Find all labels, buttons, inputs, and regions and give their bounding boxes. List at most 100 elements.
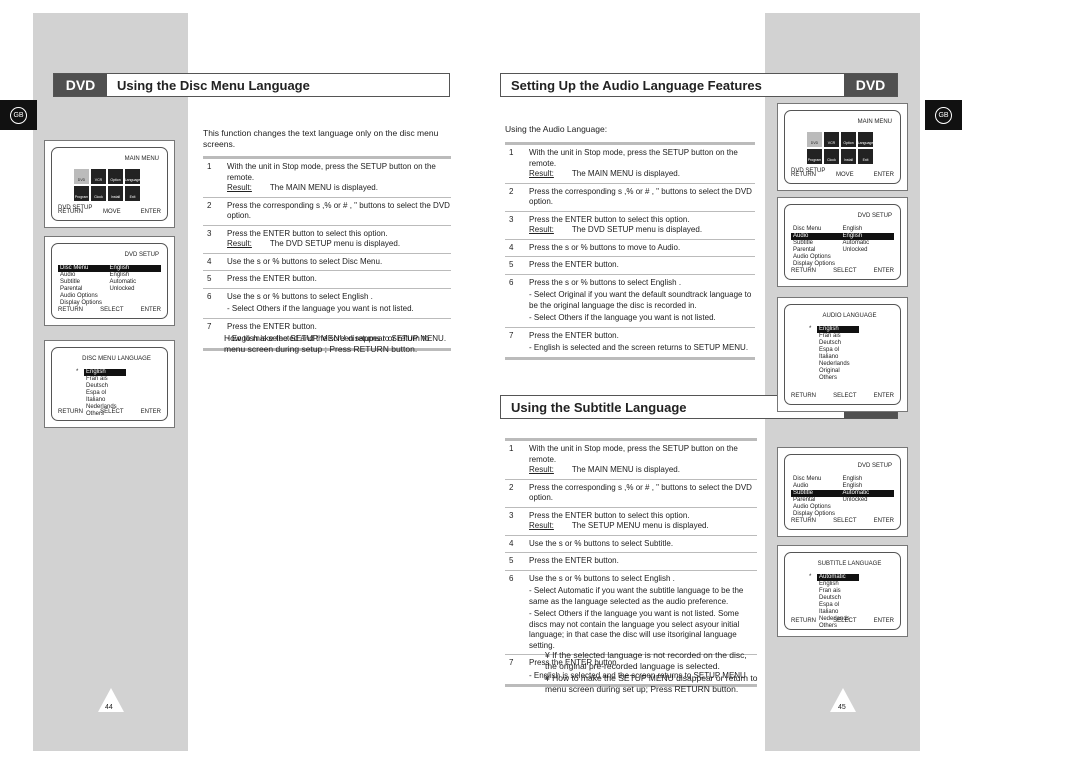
- setup-row: Parental Unlocked: [791, 247, 894, 254]
- language-option[interactable]: Fran ais: [817, 588, 859, 595]
- return-hint: RETURN: [791, 268, 816, 274]
- setup-label: Parental: [793, 497, 816, 503]
- main-menu-screen: MAIN MENU DVD VCR Option Language Program Cloc…: [44, 140, 175, 228]
- step-subnote: - English is selected and the screen ret…: [529, 343, 749, 352]
- return-hint: RETURN: [58, 409, 83, 415]
- setup-row: Disc Menu English: [58, 265, 161, 272]
- language-option[interactable]: Italiano: [817, 609, 859, 616]
- step-number: 6: [509, 277, 514, 287]
- step-text: Press the ENTER button.: [227, 274, 317, 283]
- step-number: 2: [509, 482, 514, 492]
- step-text: With the unit in Stop mode, press the SE…: [529, 444, 738, 464]
- enter-hint: ENTER: [873, 618, 894, 624]
- step-item: 4 Press the s or % buttons to move to Aud…: [505, 240, 755, 257]
- dvd-setup-screen: DVD SETUP Disc Menu English Audio English Sub…: [777, 197, 908, 287]
- setup-label: Audio Options: [60, 293, 98, 299]
- setup-row: Audio Options: [58, 293, 161, 300]
- setup-label: Subtitle: [793, 490, 814, 496]
- language-option[interactable]: Automatic: [817, 574, 859, 581]
- step-text: Press the ENTER button.: [529, 260, 619, 269]
- step-text: Use the s or % buttons to select Disc Me…: [227, 256, 383, 266]
- move-hint: SELECT: [833, 618, 857, 624]
- setup-label: Subtitle: [793, 240, 814, 246]
- step-item: 6 Use the s or % buttons to select Englis…: [203, 289, 451, 319]
- screen-footer: RETURN SELECT ENTER: [791, 268, 894, 275]
- menu-icon-program: Program: [807, 149, 822, 164]
- move-hint: SELECT: [833, 393, 857, 399]
- section-title: Setting Up the Audio Language Features: [511, 77, 762, 93]
- step-item: 3 Press the ENTER button to select this o…: [203, 226, 451, 254]
- language-option[interactable]: Deutsch: [817, 340, 859, 347]
- step-item: 5 Press the ENTER button.: [203, 271, 451, 289]
- step-text: Use the s or % buttons to select English…: [227, 291, 373, 301]
- step-text: Press the s or % buttons to move to Audi…: [529, 242, 681, 252]
- step-item: 1 With the unit in Stop mode, press the S…: [505, 441, 757, 480]
- language-option[interactable]: Others: [817, 375, 859, 382]
- menu-icon-dvd: DVD: [74, 169, 89, 184]
- step-text: Press the corresponding s ,% or # , " bu…: [529, 482, 752, 503]
- language-option[interactable]: Nederlands: [817, 361, 859, 368]
- screen-footer: RETURN MOVE ENTER: [791, 172, 894, 179]
- setup-value: [110, 300, 160, 307]
- setup-value: English: [842, 226, 863, 232]
- dvd-tag: DVD: [54, 74, 107, 96]
- gb-badge-right: GB: [925, 100, 962, 130]
- language-option[interactable]: Deutsch: [84, 383, 126, 390]
- step-number: 2: [207, 200, 212, 210]
- language-option[interactable]: English: [84, 369, 126, 376]
- setup-label: Disc Menu: [793, 226, 822, 232]
- setup-row: Parental Unlocked: [58, 286, 161, 293]
- language-option[interactable]: Espa ol: [817, 347, 859, 354]
- enter-hint: ENTER: [140, 209, 161, 215]
- enter-hint: ENTER: [873, 172, 894, 178]
- step-number: 1: [509, 444, 514, 453]
- menu-icon-clock: Clock: [91, 186, 106, 201]
- step-item: 4 Use the s or % buttons to select Subtit…: [505, 536, 757, 553]
- screen-title: DVD SETUP: [124, 252, 159, 258]
- result-label: Result:: [529, 169, 554, 178]
- setup-value: [843, 504, 893, 511]
- setup-label: Audio: [793, 483, 809, 489]
- menu-icon-vcr: VCR: [824, 132, 839, 147]
- left-steps: 1 With the unit in Stop mode, press the S…: [203, 156, 451, 351]
- menu-icon-language: Language: [858, 132, 873, 147]
- move-hint: SELECT: [833, 518, 857, 524]
- move-hint: SELECT: [100, 409, 124, 415]
- step-text: Press the ENTER button.: [529, 330, 619, 340]
- language-option[interactable]: Espa ol: [84, 390, 126, 397]
- step-number: 1: [509, 148, 514, 157]
- page-number-right: 45: [838, 704, 846, 711]
- setup-value: [843, 254, 893, 261]
- step-item: 2 Press the corresponding s ,% or # , " b…: [505, 184, 755, 212]
- setup-value: Unlocked: [842, 497, 868, 503]
- language-option[interactable]: Deutsch: [817, 595, 859, 602]
- language-option[interactable]: Italiano: [817, 354, 859, 361]
- return-hint: RETURN: [791, 618, 816, 624]
- setup-value: Automatic: [109, 279, 137, 285]
- language-option[interactable]: Original: [817, 368, 859, 375]
- screen-footer: RETURN SELECT ENTER: [791, 618, 894, 625]
- setup-label: Parental: [60, 286, 83, 292]
- language-option[interactable]: Fran ais: [817, 333, 859, 340]
- step-number: 5: [509, 260, 514, 269]
- language-option[interactable]: English: [817, 581, 859, 588]
- language-option[interactable]: Italiano: [84, 397, 126, 404]
- setup-value: English: [109, 265, 130, 271]
- enter-hint: ENTER: [873, 518, 894, 524]
- menu-icon-install: Install: [841, 149, 856, 164]
- step-text: With the unit in Stop mode, press the SE…: [529, 148, 738, 168]
- setup-row: Disc Menu English: [791, 476, 894, 483]
- right-intro: Using the Audio Language:: [505, 124, 608, 134]
- setup-value: English: [842, 483, 863, 489]
- setup-row: Audio English: [791, 233, 894, 240]
- setup-row: Audio Options: [791, 504, 894, 511]
- enter-hint: ENTER: [873, 393, 894, 399]
- setup-row: Subtitle Automatic: [58, 279, 161, 286]
- language-option[interactable]: English: [817, 326, 859, 333]
- language-option[interactable]: Fran ais: [84, 376, 126, 383]
- step-subnote: - Select Others if the language you want…: [227, 304, 414, 313]
- setup-label: Display Options: [793, 261, 836, 267]
- setup-label: Disc Menu: [793, 476, 822, 482]
- language-option[interactable]: Espa ol: [817, 602, 859, 609]
- gb-label: GB: [10, 106, 27, 124]
